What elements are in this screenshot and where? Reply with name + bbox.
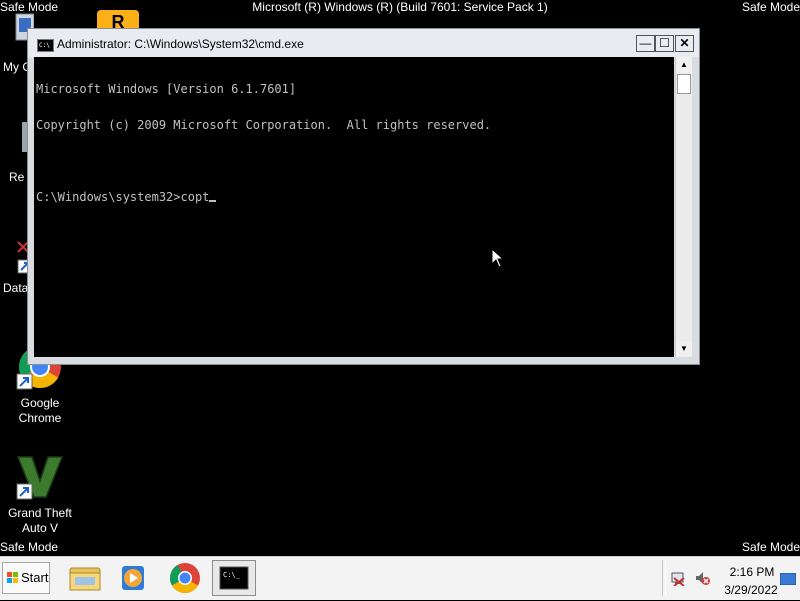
console-icon: C:\_: [219, 566, 249, 590]
media-player-icon: [122, 566, 144, 590]
console-icon-text: C:\_: [223, 571, 241, 579]
vertical-scrollbar[interactable]: ▲ ▼: [675, 57, 692, 357]
taskbar: Start C:\_ 2:16 PM 3/29/2022: [0, 556, 800, 600]
taskbar-chrome[interactable]: [163, 560, 207, 596]
desktop-icon-label-line2: Auto V: [21, 521, 59, 535]
taskbar-cmd[interactable]: C:\_: [212, 560, 256, 596]
taskbar-media-player[interactable]: [112, 560, 156, 596]
desktop-icon-label-line1: Google: [20, 396, 60, 410]
desktop-icon-gta-v[interactable]: Grand Theft Auto V: [0, 455, 80, 535]
desktop-icon-label-line1: Grand Theft: [8, 506, 72, 520]
volume-muted-icon[interactable]: [694, 570, 710, 586]
scroll-down-button[interactable]: ▼: [676, 341, 692, 357]
console-output[interactable]: Microsoft Windows [Version 6.1.7601] Cop…: [34, 57, 674, 357]
clock-date[interactable]: 3/29/2022: [716, 583, 786, 597]
cmd-titlebar[interactable]: C:\ Administrator: C:\Windows\System32\c…: [28, 29, 699, 57]
chrome-icon: [169, 563, 200, 594]
gta-v-icon: [16, 456, 64, 500]
safe-mode-label-bottom-right: Safe Mode: [741, 540, 800, 554]
system-tray: 2:16 PM 3/29/2022: [662, 560, 798, 597]
windows-logo-icon: [7, 572, 19, 584]
desktop-icon-label-line2: Chrome: [18, 411, 62, 425]
cmd-window-title: Administrator: C:\Windows\System32\cmd.e…: [57, 37, 304, 51]
console-prompt-text: C:\Windows\system32>copt: [36, 190, 210, 204]
desktop-icon-label: Re: [9, 170, 25, 184]
taskbar-explorer[interactable]: [64, 560, 108, 596]
maximize-button[interactable]: ☐: [655, 35, 674, 52]
clock-time[interactable]: 2:16 PM: [722, 565, 782, 579]
tray-separator: [662, 560, 666, 596]
minimize-button[interactable]: —: [636, 35, 655, 52]
folder-icon: [69, 567, 101, 591]
mouse-pointer-icon: [491, 248, 505, 268]
show-desktop-icon[interactable]: [780, 573, 796, 585]
safe-mode-label-bottom-left: Safe Mode: [0, 540, 59, 554]
scrollbar-thumb[interactable]: [677, 74, 691, 94]
network-disconnected-icon[interactable]: [670, 570, 686, 586]
scroll-up-button[interactable]: ▲: [676, 57, 692, 73]
console-line: Copyright (c) 2009 Microsoft Corporation…: [36, 118, 492, 132]
console-line: Microsoft Windows [Version 6.1.7601]: [36, 82, 297, 96]
safe-mode-label-top-right: Safe Mode: [741, 0, 800, 14]
desktop-icon-label: Data: [3, 281, 29, 295]
cmd-window[interactable]: C:\ Administrator: C:\Windows\System32\c…: [27, 28, 700, 365]
console-prompt-line: C:\Windows\system32>copt: [36, 191, 674, 203]
start-label: Start: [21, 570, 49, 585]
console-app-icon: C:\: [37, 39, 54, 52]
text-cursor: [209, 200, 217, 202]
close-button[interactable]: ✕: [675, 35, 694, 52]
start-button[interactable]: Start: [2, 562, 50, 594]
